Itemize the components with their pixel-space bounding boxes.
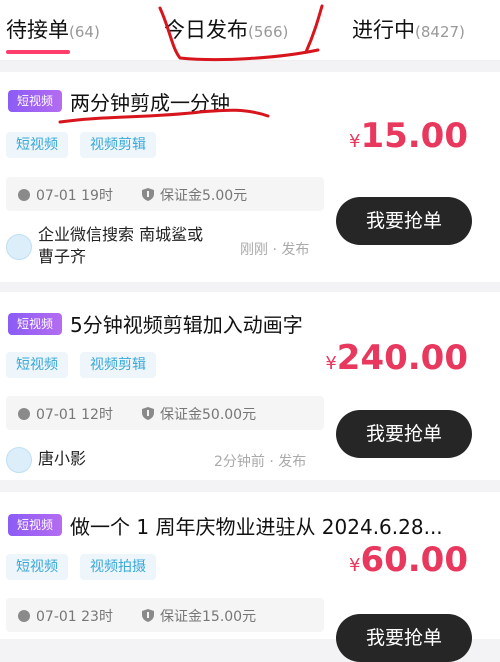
category-badge: 短视频 (8, 90, 62, 112)
active-tab-indicator (6, 50, 70, 54)
category-badge: 短视频 (8, 313, 62, 335)
deposit: 保证金15.00元 (142, 606, 256, 626)
grab-order-button[interactable]: 我要抢单 (336, 614, 472, 662)
tag: 短视频 (6, 132, 68, 158)
avatar (6, 447, 32, 473)
deadline: 07-01 12时 (18, 404, 113, 424)
order-card[interactable]: 短视频 5分钟视频剪辑加入动画字 短视频 视频剪辑 ¥240.00 07-01 … (0, 292, 500, 480)
deposit: 保证金5.00元 (142, 185, 247, 205)
tab-pending-label: 待接单 (6, 18, 69, 42)
price-value: 60.00 (360, 540, 468, 580)
tab-pending[interactable]: 待接单(64) (6, 14, 100, 44)
order-price: ¥15.00 (349, 116, 468, 156)
tab-today-count: (566) (248, 23, 289, 41)
order-info-bar: 07-01 23时 保证金15.00元 (6, 598, 324, 632)
order-price: ¥240.00 (325, 338, 468, 378)
tag: 视频剪辑 (80, 132, 156, 158)
category-badge: 短视频 (8, 514, 62, 536)
order-price: ¥60.00 (349, 540, 468, 580)
tag: 短视频 (6, 352, 68, 378)
order-card[interactable]: 短视频 两分钟剪成一分钟 短视频 视频剪辑 ¥15.00 07-01 19时 保… (0, 72, 500, 282)
grab-order-button[interactable]: 我要抢单 (336, 197, 472, 245)
tab-today-label: 今日发布 (164, 18, 248, 42)
deadline: 07-01 19时 (18, 185, 113, 205)
deadline: 07-01 23时 (18, 606, 113, 626)
shield-icon (142, 188, 154, 201)
price-value: 15.00 (360, 116, 468, 156)
tag: 视频剪辑 (80, 352, 156, 378)
deposit-text: 保证金50.00元 (160, 407, 257, 423)
order-info-bar: 07-01 12时 保证金50.00元 (6, 396, 324, 430)
tab-in-progress-count: (8427) (415, 23, 465, 41)
currency-symbol: ¥ (349, 131, 361, 152)
tab-in-progress[interactable]: 进行中(8427) (352, 14, 465, 44)
publisher-name: 唐小影 (38, 449, 87, 468)
clock-icon (18, 408, 30, 420)
deposit-text: 保证金5.00元 (160, 188, 248, 204)
publish-time: 2分钟前 · 发布 (214, 454, 307, 470)
order-title: 两分钟剪成一分钟 (70, 91, 230, 115)
avatar (6, 234, 32, 260)
deadline-text: 07-01 19时 (36, 188, 113, 204)
tab-in-progress-label: 进行中 (352, 18, 415, 42)
deadline-text: 07-01 12时 (36, 407, 113, 423)
order-title: 做一个 1 周年庆物业进驻从 2024.6.28... (70, 515, 443, 539)
deadline-text: 07-01 23时 (36, 609, 113, 625)
shield-icon (142, 407, 154, 420)
tab-today[interactable]: 今日发布(566) (164, 14, 288, 44)
tag: 短视频 (6, 554, 68, 580)
deposit-text: 保证金15.00元 (160, 609, 257, 625)
price-value: 240.00 (336, 338, 468, 378)
order-tabs: 待接单(64) 今日发布(566) 进行中(8427) (0, 0, 500, 61)
grab-order-button[interactable]: 我要抢单 (336, 410, 472, 458)
tab-pending-count: (64) (69, 23, 100, 41)
clock-icon (18, 189, 30, 201)
publish-time: 刚刚 · 发布 (240, 242, 310, 258)
order-title: 5分钟视频剪辑加入动画字 (70, 313, 303, 337)
order-info-bar: 07-01 19时 保证金5.00元 (6, 177, 324, 211)
tag: 视频拍摄 (80, 554, 156, 580)
shield-icon (142, 609, 154, 622)
currency-symbol: ¥ (349, 555, 361, 576)
order-card[interactable]: 短视频 做一个 1 周年庆物业进驻从 2024.6.28... 短视频 视频拍摄… (0, 492, 500, 662)
publisher-name: 企业微信搜索 南城鲨或 曹子齐 (38, 225, 204, 266)
clock-icon (18, 610, 30, 622)
currency-symbol: ¥ (325, 353, 337, 374)
deposit: 保证金50.00元 (142, 404, 256, 424)
